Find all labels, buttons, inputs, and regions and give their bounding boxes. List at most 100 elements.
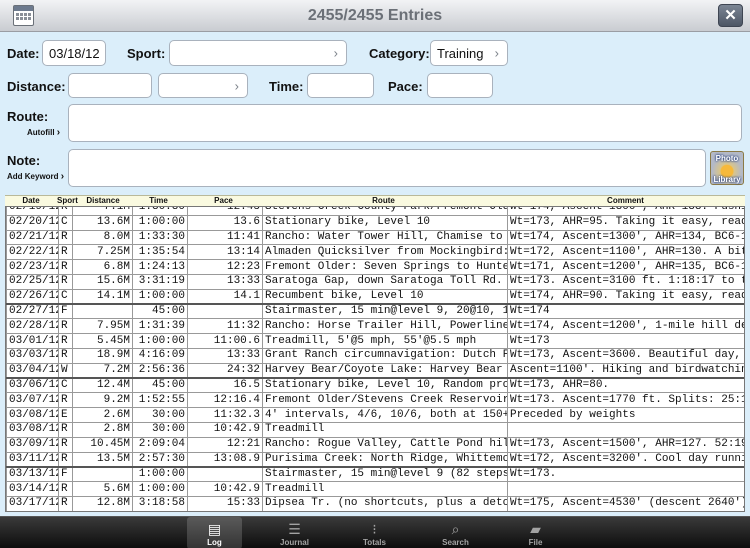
table-row[interactable]: 03/08/12 R 2.8M 30:00 10:42.9 Treadmill xyxy=(6,421,744,438)
time-field[interactable] xyxy=(307,73,374,98)
cell-pace: 14.1 xyxy=(187,288,263,305)
cell-comment: Preceded by weights xyxy=(507,407,744,423)
distance-label: Distance: xyxy=(7,79,66,94)
tab-journal[interactable]: ☰ Journal xyxy=(267,517,322,548)
cell-pace: 13:08.9 xyxy=(187,451,263,468)
cell-time: 30:00 xyxy=(132,421,188,438)
cell-pace: 15:33 xyxy=(187,495,263,511)
cell-date: 02/28/12 xyxy=(6,318,59,335)
cell-distance: 5.6M xyxy=(72,481,133,497)
table-row[interactable]: 03/14/12 R 5.6M 1:00:00 10:42.9 Treadmill xyxy=(6,481,744,497)
close-button[interactable]: ✕ xyxy=(718,4,743,27)
note-field[interactable] xyxy=(68,149,706,187)
table-row[interactable]: 03/03/12 R 18.9M 4:16:09 13:33 Grant Ranch ci… xyxy=(6,347,744,364)
table-row[interactable]: 03/08/12 E 2.6M 30:00 11:32.3 4' intervals, 4… xyxy=(6,407,744,423)
cell-time: 1:31:39 xyxy=(132,318,188,335)
cell-date: 02/23/12 xyxy=(6,259,59,275)
cell-time: 45:00 xyxy=(132,377,188,394)
tab-log[interactable]: ▤ Log xyxy=(187,517,242,548)
date-field[interactable]: 03/18/12 xyxy=(42,40,106,66)
table-row[interactable]: 03/01/12 R 5.45M 1:00:00 11:00.6 Treadmill, 5… xyxy=(6,333,744,349)
cell-comment: Wt=171, Ascent=1200', AHR=135, BC6-1. xyxy=(507,259,744,275)
category-selector[interactable]: Training › xyxy=(430,40,508,66)
cell-distance: 6.8M xyxy=(72,259,133,275)
cell-date: 03/11/12 xyxy=(6,451,59,468)
cell-comment: Wt=173. Ascent=3100 ft. 1:18:17 to the xyxy=(507,273,744,290)
cell-pace: 12:45 xyxy=(187,207,263,216)
cell-comment: Wt=174, Ascent=1200', 1-mile hill desc xyxy=(507,318,744,335)
table-row[interactable]: 02/27/12 F 45:00 Stairmaster, 15 min@level … xyxy=(6,303,744,320)
cell-route: Stationary bike, Level 10 xyxy=(262,214,508,231)
cell-pace xyxy=(187,303,263,320)
photo-library-button[interactable]: Photo Library xyxy=(710,151,744,185)
cell-sport: R xyxy=(58,273,73,290)
column-header-route[interactable]: Route xyxy=(261,196,506,205)
cell-pace: 10:42.9 xyxy=(187,481,263,497)
cell-date: 03/03/12 xyxy=(6,347,59,364)
distance-field[interactable] xyxy=(68,73,152,98)
cell-pace: 16.5 xyxy=(187,377,263,394)
table-row[interactable]: 02/26/12 C 14.1M 1:00:00 14.1 Recumbent bike,… xyxy=(6,288,744,305)
table-row[interactable]: 02/20/12 C 13.6M 1:00:00 13.6 Stationary bike… xyxy=(6,214,744,231)
photo-library-label-line2: Library xyxy=(713,175,741,184)
cell-date: 03/08/12 xyxy=(6,421,59,438)
table-row[interactable]: 02/21/12 R 8.0M 1:33:30 11:41 Rancho: Water T… xyxy=(6,229,744,246)
cell-time: 2:56:36 xyxy=(132,362,188,379)
tab-search[interactable]: ⌕ Search xyxy=(428,517,483,548)
table-row[interactable]: 02/23/12 R 6.8M 1:24:13 12:23 Fremont Older: … xyxy=(6,259,744,275)
sport-selector[interactable]: › xyxy=(169,40,347,66)
cell-date: 03/09/12 xyxy=(6,436,59,453)
cell-route: Dipsea Tr. (no shortcuts, plus a detour xyxy=(262,495,508,511)
table-row[interactable]: 03/04/12 W 7.2M 2:56:36 24:32 Harvey Bear/Coy… xyxy=(6,362,744,379)
cell-distance: 2.6M xyxy=(72,407,133,423)
cell-comment: Wt=172, Ascent=3200'. Cool day running xyxy=(507,451,744,468)
cell-time: 3:18:58 xyxy=(132,495,188,511)
column-header-comment[interactable]: Comment xyxy=(506,196,745,205)
cell-comment: Wt=174, Ascent=1300', AHR=134, BC6-1. xyxy=(507,229,744,246)
pace-field[interactable] xyxy=(427,73,493,98)
cell-pace: 11:32.3 xyxy=(187,407,263,423)
cell-route: Treadmill, 5'@5 mph, 55'@5.5 mph xyxy=(262,333,508,349)
cell-comment: Ascent=1100'. Hiking and birdwatching xyxy=(507,362,744,379)
date-label: Date: xyxy=(7,46,40,61)
cell-comment: Wt=173 xyxy=(507,333,744,349)
tab-search-label: Search xyxy=(442,538,469,547)
column-header-distance[interactable]: Distance xyxy=(75,196,131,205)
column-header-time[interactable]: Time xyxy=(131,196,186,205)
cell-date: 03/13/12 xyxy=(6,465,59,483)
route-field[interactable] xyxy=(68,104,742,142)
table-row[interactable]: 02/19/12 R 7.1M 1:30:30 12:45 Stevens Creek C… xyxy=(6,207,744,216)
cell-route: Stairmaster, 15 min@level 9, 20@10, 10@ xyxy=(262,303,508,320)
note-label: Note: xyxy=(7,153,41,168)
cell-sport: E xyxy=(58,407,73,423)
cell-sport: R xyxy=(58,347,73,364)
entries-table[interactable]: 02/19/12 R 7.1M 1:30:30 12:45 Stevens Creek C… xyxy=(5,206,745,512)
cell-time: 1:35:54 xyxy=(132,244,188,261)
tab-totals[interactable]: ⁝ Totals xyxy=(347,517,402,548)
table-row[interactable]: 02/25/12 R 15.6M 3:31:19 13:33 Saratoga Gap, … xyxy=(6,273,744,290)
table-row[interactable]: 03/09/12 R 10.45M 2:09:04 12:21 Rancho: Rogue… xyxy=(6,436,744,453)
cell-route: Purisima Creek: North Ridge, Whittemore xyxy=(262,451,508,468)
cell-sport: R xyxy=(58,318,73,335)
cell-distance: 18.9M xyxy=(72,347,133,364)
cell-comment: Wt=173. Ascent=1770 ft. Splits: 25:14 xyxy=(507,392,744,409)
column-header-date[interactable]: Date xyxy=(5,196,57,205)
cell-time: 1:00:00 xyxy=(132,465,188,483)
table-row[interactable]: 03/17/12 R 12.8M 3:18:58 15:33 Dipsea Tr. (no… xyxy=(6,495,744,511)
table-row[interactable]: 02/28/12 R 7.95M 1:31:39 11:32 Rancho: Horse … xyxy=(6,318,744,335)
table-row[interactable]: 03/06/12 C 12.4M 45:00 16.5 Stationary bike, … xyxy=(6,377,744,394)
cell-date: 02/26/12 xyxy=(6,288,59,305)
table-row[interactable]: 02/22/12 R 7.25M 1:35:54 13:14 Almaden Quicks… xyxy=(6,244,744,261)
log-icon: ▤ xyxy=(207,521,222,537)
cell-comment: Wt=174, AHR=90. Taking it easy, readin xyxy=(507,288,744,305)
column-header-pace[interactable]: Pace xyxy=(186,196,261,205)
autofill-button[interactable]: Autofill › xyxy=(27,127,60,138)
distance-unit-selector[interactable]: › xyxy=(158,73,248,98)
column-header-sport[interactable]: Sport xyxy=(57,196,78,205)
table-row[interactable]: 03/13/12 F 1:00:00 Stairmaster, 15 min@leve… xyxy=(6,465,744,483)
table-row[interactable]: 03/07/12 R 9.2M 1:52:55 12:16.4 Fremont Older… xyxy=(6,392,744,409)
cell-sport: R xyxy=(58,495,73,511)
add-keyword-button[interactable]: Add Keyword › xyxy=(7,171,64,182)
table-row[interactable]: 03/11/12 R 13.5M 2:57:30 13:08.9 Purisima Cre… xyxy=(6,451,744,468)
tab-file[interactable]: ▰ File xyxy=(508,517,563,548)
